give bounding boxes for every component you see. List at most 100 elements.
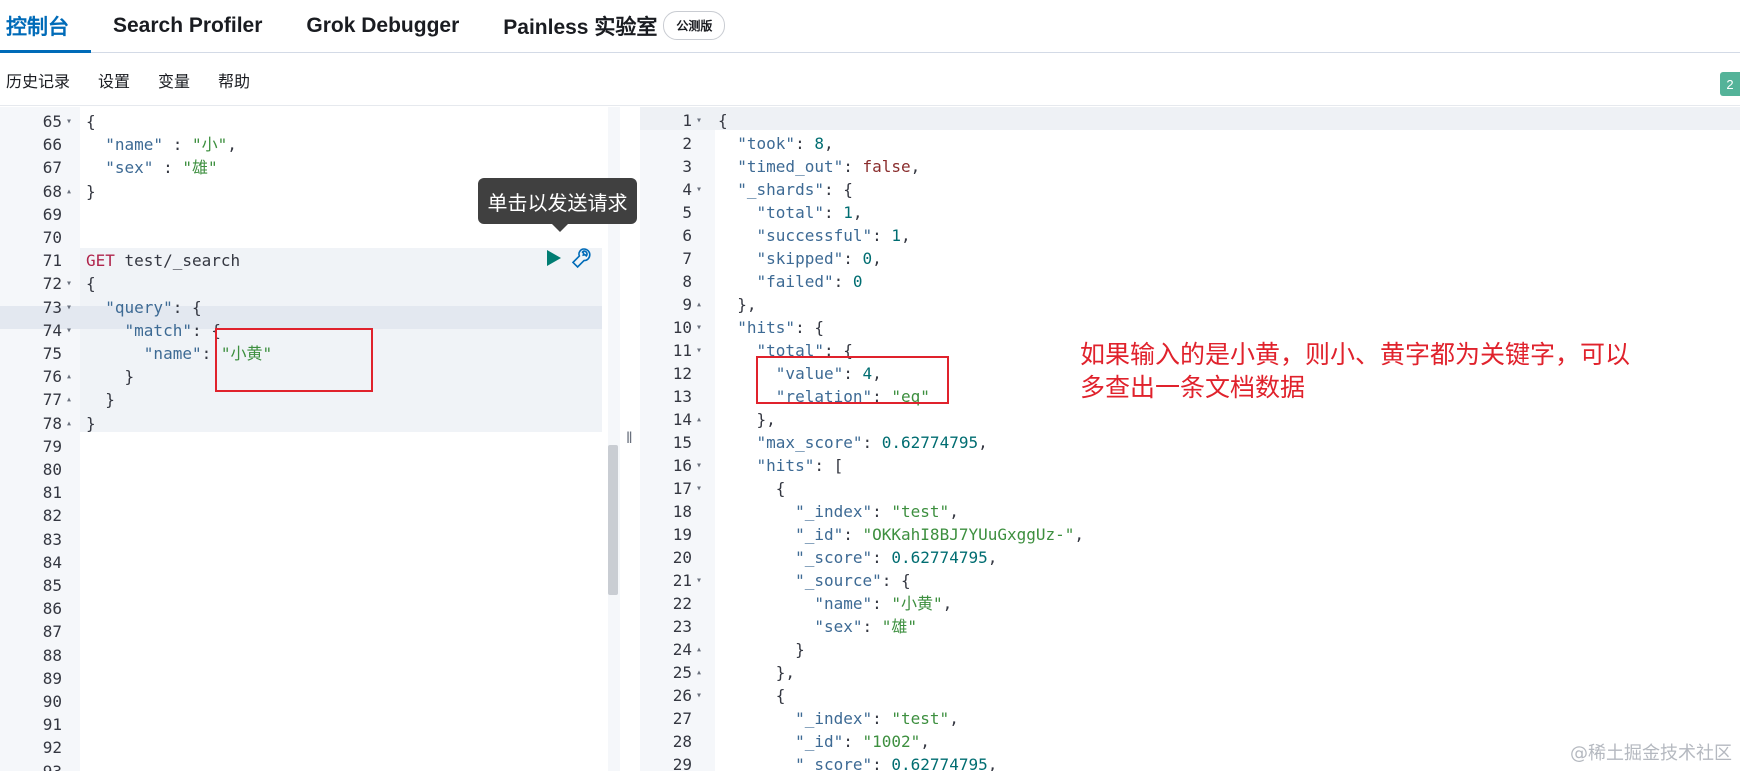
settings-link[interactable]: 设置 xyxy=(98,68,130,92)
console-menu: 历史记录 设置 变量 帮助 2 xyxy=(0,54,1740,106)
resize-handle-icon[interactable]: ‖ xyxy=(626,430,633,448)
fold-toggle-icon[interactable]: ▴ xyxy=(66,412,72,435)
code-line[interactable]: 20 "_score": 0.62774795, xyxy=(640,546,1740,569)
code-line[interactable]: 93 xyxy=(0,760,600,771)
fold-toggle-icon[interactable]: ▴ xyxy=(66,365,72,388)
code-line[interactable]: 86 xyxy=(0,597,600,620)
fold-toggle-icon[interactable]: ▾ xyxy=(696,316,702,339)
code-line[interactable]: 4 ▾ "_shards": { xyxy=(640,178,1740,201)
play-icon[interactable] xyxy=(547,250,561,266)
code-token: "小黄" xyxy=(891,594,943,613)
code-line[interactable]: 66 "name" : "小", xyxy=(0,133,600,156)
code-line[interactable]: 3 "timed_out": false, xyxy=(640,155,1740,178)
code-line[interactable]: 25 ▴ }, xyxy=(640,661,1740,684)
code-line[interactable]: 80 xyxy=(0,458,600,481)
code-line[interactable]: 91 xyxy=(0,713,600,736)
code-line[interactable]: 84 xyxy=(0,551,600,574)
code-line[interactable]: 5 "total": 1, xyxy=(640,201,1740,224)
code-line[interactable]: 92 xyxy=(0,736,600,759)
code-line[interactable]: 26 ▾ { xyxy=(640,684,1740,707)
fold-toggle-icon[interactable]: ▾ xyxy=(696,454,702,477)
code-line[interactable]: 21 ▾ "_source": { xyxy=(640,569,1740,592)
code-token: "雄" xyxy=(182,158,218,178)
code-line[interactable]: 87 xyxy=(0,620,600,643)
fold-toggle-icon[interactable]: ▾ xyxy=(696,684,702,707)
code-token: }, xyxy=(718,295,757,314)
code-line[interactable]: 88 xyxy=(0,644,600,667)
code-line[interactable]: 78 ▴} xyxy=(0,412,600,435)
line-number: 83 xyxy=(42,529,62,549)
code-token: "total" xyxy=(756,203,824,222)
code-line[interactable]: 7 "skipped": 0, xyxy=(640,247,1740,270)
fold-toggle-icon[interactable]: ▴ xyxy=(696,293,702,316)
fold-toggle-icon[interactable]: ▴ xyxy=(696,638,702,661)
code-line[interactable]: 85 xyxy=(0,574,600,597)
wrench-icon[interactable] xyxy=(570,246,594,270)
fold-toggle-icon[interactable]: ▾ xyxy=(696,178,702,201)
history-link[interactable]: 历史记录 xyxy=(6,68,70,92)
code-line[interactable]: 19 "_id": "OKKahI8BJ7YUuGxggUz-", xyxy=(640,523,1740,546)
fold-toggle-icon[interactable]: ▴ xyxy=(66,180,72,203)
fold-toggle-icon[interactable]: ▴ xyxy=(66,388,72,411)
right-badge[interactable]: 2 xyxy=(1720,72,1740,96)
help-link[interactable]: 帮助 xyxy=(218,68,250,92)
code-text: "failed": 0 xyxy=(718,270,863,293)
variables-link[interactable]: 变量 xyxy=(158,68,190,92)
code-token: "_score" xyxy=(795,548,873,567)
tab-search-profiler[interactable]: Search Profiler xyxy=(91,0,284,52)
code-line[interactable]: 65 ▾ { xyxy=(0,110,600,133)
code-line[interactable]: 82 xyxy=(0,504,600,527)
code-token: , xyxy=(227,135,237,155)
fold-toggle-icon[interactable]: ▾ xyxy=(66,110,72,133)
line-number: 69 xyxy=(42,204,62,224)
code-line[interactable]: 23 "sex": "雄" xyxy=(640,615,1740,638)
line-number: 18 xyxy=(672,502,692,521)
code-line[interactable]: 81 xyxy=(0,481,600,504)
line-number: 71 xyxy=(42,251,62,271)
tab-painless-lab-label: Painless 实验室 xyxy=(503,15,658,39)
code-line[interactable]: 89 xyxy=(0,667,600,690)
code-line[interactable]: 73 ▾ "query": { xyxy=(0,296,600,319)
code-line[interactable]: 70 xyxy=(0,226,600,249)
code-line[interactable]: 27 "_index": "test", xyxy=(640,707,1740,730)
code-line[interactable]: 71 GET test/_search xyxy=(0,249,600,272)
code-line[interactable]: 9 ▴ }, xyxy=(640,293,1740,316)
code-token: test/_search xyxy=(114,251,241,271)
code-line[interactable]: 83 xyxy=(0,528,600,551)
code-line[interactable]: 72 ▾ { xyxy=(0,272,600,295)
fold-toggle-icon[interactable]: ▾ xyxy=(696,109,702,132)
code-line[interactable]: 8 "failed": 0 xyxy=(640,270,1740,293)
code-line[interactable]: 90 xyxy=(0,690,600,713)
code-line[interactable]: 1 ▾ { xyxy=(640,109,1740,132)
tab-painless-lab[interactable]: Painless 实验室 公测版 xyxy=(481,0,747,52)
code-line[interactable]: 2 "took": 8, xyxy=(640,132,1740,155)
fold-toggle-icon[interactable]: ▾ xyxy=(696,339,702,362)
code-line[interactable]: 79 xyxy=(0,435,600,458)
response-viewer[interactable]: 1 ▾{2 "took": 8, 3 "timed_out": false, 4 ▾ "… xyxy=(640,107,1740,771)
fold-toggle-icon[interactable]: ▾ xyxy=(696,477,702,500)
fold-toggle-icon[interactable]: ▾ xyxy=(66,296,72,319)
code-text: "took": 8, xyxy=(718,132,833,155)
fold-toggle-icon[interactable]: ▴ xyxy=(696,661,702,684)
code-token: : xyxy=(872,755,892,771)
code-line[interactable]: 14 ▴ }, xyxy=(640,408,1740,431)
code-line[interactable]: 17 ▾ { xyxy=(640,477,1740,500)
code-line[interactable]: 15 "max_score": 0.62774795, xyxy=(640,431,1740,454)
code-line[interactable]: 18 "_index": "test", xyxy=(640,500,1740,523)
line-number: 91 xyxy=(42,715,62,735)
code-token: 0 xyxy=(852,272,863,291)
tab-console[interactable]: 控制台 xyxy=(0,0,91,53)
fold-toggle-icon[interactable]: ▾ xyxy=(66,272,72,295)
code-line[interactable]: 22 "name": "小黄", xyxy=(640,592,1740,615)
tab-grok-debugger[interactable]: Grok Debugger xyxy=(284,0,481,52)
code-line[interactable]: 16 ▾ "hits": [ xyxy=(640,454,1740,477)
request-scrollbar-thumb[interactable] xyxy=(608,445,618,595)
code-line[interactable]: 10 ▾ "hits": { xyxy=(640,316,1740,339)
fold-toggle-icon[interactable]: ▴ xyxy=(696,408,702,431)
fold-toggle-icon[interactable]: ▾ xyxy=(696,569,702,592)
code-line[interactable]: 6 "successful": 1, xyxy=(640,224,1740,247)
fold-toggle-icon[interactable]: ▾ xyxy=(66,319,72,342)
code-line[interactable]: 67 "sex" : "雄" xyxy=(0,156,600,179)
code-line[interactable]: 24 ▴ } xyxy=(640,638,1740,661)
